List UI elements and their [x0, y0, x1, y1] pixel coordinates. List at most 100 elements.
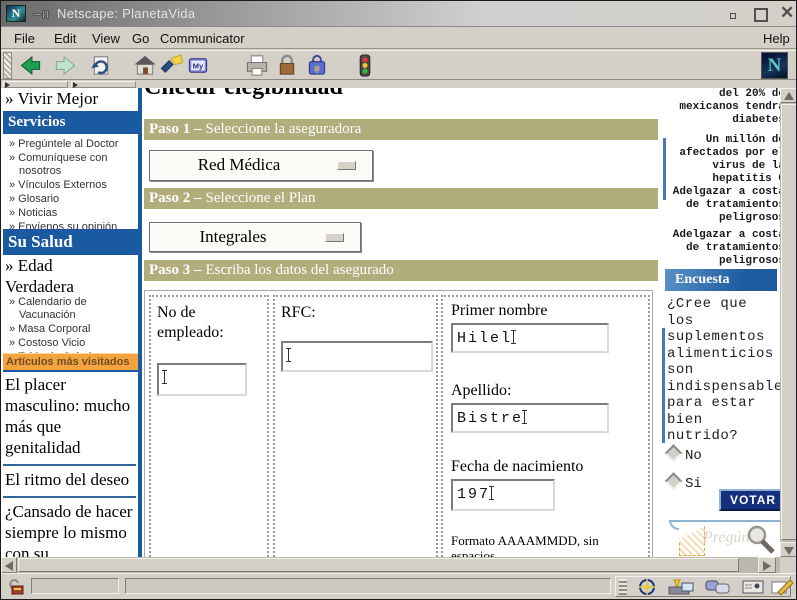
- vertical-scrollbar[interactable]: [780, 88, 797, 557]
- poll-option-no[interactable]: No: [685, 448, 702, 464]
- menu-communicator[interactable]: Communicator: [160, 31, 245, 46]
- security-lock-icon[interactable]: [7, 578, 27, 596]
- poll-header: Encuesta: [665, 269, 777, 291]
- magnifier-icon: [743, 525, 777, 555]
- scroll-left-button[interactable]: [1, 557, 17, 573]
- sidebar-link[interactable]: » Costoso Vicio: [5, 337, 137, 350]
- rfc-cell: RFC:: [273, 295, 438, 557]
- horizontal-scroll-thumb[interactable]: [18, 558, 739, 572]
- security-icon[interactable]: [274, 53, 300, 78]
- component-bar: [615, 576, 791, 597]
- article-link[interactable]: El placer masculino: mucho más que genit…: [3, 371, 136, 466]
- my-netscape-icon[interactable]: My: [185, 53, 211, 78]
- sidebar-divider: [138, 88, 142, 557]
- insurer-dropdown[interactable]: Red Médica: [149, 150, 373, 181]
- collapsed-location-toolbar-tab[interactable]: [3, 81, 68, 88]
- article-link[interactable]: El ritmo del deseo: [3, 466, 136, 498]
- sidebar-link[interactable]: » Noticias: [5, 207, 137, 220]
- news-accent-line: [663, 138, 666, 200]
- back-icon[interactable]: [18, 53, 44, 78]
- menu-file[interactable]: File: [14, 31, 35, 46]
- dob-format-hint: Formato AAAAMMDD, sin espacios: [451, 533, 641, 557]
- print-icon[interactable]: [244, 53, 270, 78]
- scroll-down-button[interactable]: [780, 542, 797, 557]
- dropdown-indicator: [337, 161, 356, 170]
- maximize-button[interactable]: [754, 8, 768, 22]
- news-headline[interactable]: En el 2025 más del 20% de mexicanos tend…: [661, 88, 780, 127]
- toolbar-grip[interactable]: [3, 52, 12, 79]
- title-bar[interactable]: N Netscape: PlanetaVida ✕: [1, 1, 797, 27]
- sidebar-header-su-salud: Su Salud: [3, 229, 138, 255]
- netscape-window: N Netscape: PlanetaVida ✕ File Edit View…: [0, 0, 797, 600]
- reload-icon[interactable]: [88, 53, 114, 78]
- employee-input[interactable]: [157, 363, 247, 396]
- poll-accent-line: [662, 328, 665, 443]
- decorative-line: [669, 520, 780, 522]
- svg-text:@: @: [314, 64, 320, 74]
- news-headline[interactable]: Adelgazar a costa de tratamientos peligr…: [661, 186, 780, 225]
- page-content: » Vivir Mejor Servicios » Pregúntele al …: [1, 88, 780, 557]
- mailbox-icon[interactable]: [666, 578, 696, 596]
- poll-question: ¿Cree que los suplementos alimenticios s…: [667, 296, 780, 445]
- netscape-throbber[interactable]: N: [761, 52, 788, 79]
- sidebar-link[interactable]: » Masa Corporal: [5, 323, 137, 336]
- first-name-label: Primer nombre: [451, 301, 547, 321]
- dob-label: Fecha de nacimiento: [451, 457, 583, 477]
- step3-form-table: No de empleado: RFC: Primer nombre Hilel…: [144, 290, 653, 557]
- poll-option-si[interactable]: Si: [685, 476, 702, 492]
- sidebar-link[interactable]: » Glosario: [5, 193, 137, 206]
- vote-button[interactable]: VOTAR: [719, 489, 780, 511]
- sidebar-link-edad-verdadera[interactable]: » Edad Verdadera: [5, 255, 105, 297]
- component-bar-grip[interactable]: [619, 579, 627, 595]
- sidebar-link-vivir-mejor[interactable]: » Vivir Mejor: [5, 89, 98, 109]
- text-caret: [164, 370, 165, 384]
- pushpin-icon[interactable]: [33, 10, 49, 19]
- vertical-scroll-thumb[interactable]: [781, 104, 797, 540]
- progress-bar: [31, 578, 119, 594]
- sidebar-link[interactable]: » Pregúntele al Doctor: [5, 138, 137, 151]
- article-link[interactable]: ¿Cansado de hacer siempre lo mismo con s…: [3, 498, 136, 557]
- step3-banner: Paso 3 –Escriba los datos del asegurado: [144, 260, 658, 281]
- last-name-input[interactable]: Bistre: [451, 403, 609, 433]
- shop-icon[interactable]: @: [304, 53, 330, 78]
- collapsed-personal-toolbar-tab[interactable]: [71, 81, 136, 88]
- menu-view[interactable]: View: [92, 31, 120, 46]
- text-caret: [288, 348, 289, 362]
- close-button[interactable]: ✕: [780, 6, 794, 20]
- horizontal-scrollbar[interactable]: [1, 557, 780, 573]
- navigator-icon[interactable]: [634, 578, 660, 596]
- decorative-curve: [669, 520, 679, 530]
- scroll-right-button[interactable]: [758, 557, 776, 573]
- scrollbar-corner: [780, 557, 797, 573]
- navigation-toolbar: My @ N: [1, 50, 797, 80]
- minimize-button[interactable]: [730, 13, 736, 19]
- menu-go[interactable]: Go: [132, 31, 149, 46]
- news-headline[interactable]: Adelgazar a costa de tratamientos peligr…: [661, 229, 780, 268]
- poll-radio-si[interactable]: [664, 472, 682, 490]
- decorative-shape: [679, 526, 705, 556]
- stop-icon[interactable]: [352, 53, 378, 78]
- composer-icon[interactable]: [768, 578, 794, 596]
- status-bar: [1, 573, 797, 599]
- home-icon[interactable]: [132, 53, 158, 78]
- news-headline[interactable]: Un millón de afectados por el virus de l…: [661, 134, 780, 186]
- plan-dropdown[interactable]: Integrales: [149, 222, 361, 252]
- menu-edit[interactable]: Edit: [54, 31, 76, 46]
- menu-help[interactable]: Help: [763, 31, 790, 46]
- address-book-icon[interactable]: [740, 578, 766, 596]
- scroll-up-button[interactable]: [780, 88, 797, 103]
- dob-input[interactable]: 197: [451, 479, 555, 511]
- status-message-area: [125, 578, 611, 594]
- discussions-icon[interactable]: [704, 578, 732, 596]
- rfc-input[interactable]: [281, 341, 433, 372]
- forward-icon[interactable]: [52, 53, 78, 78]
- step1-banner: Paso 1 –Seleccione la aseguradora: [144, 119, 658, 140]
- poll-radio-no[interactable]: [664, 444, 682, 462]
- sidebar-link[interactable]: » Comuníquese con nosotros: [5, 152, 137, 178]
- search-icon[interactable]: [159, 53, 185, 78]
- sidebar-link[interactable]: » Vínculos Externos: [5, 179, 137, 192]
- window-title: Netscape: PlanetaVida: [57, 6, 195, 21]
- step2-banner: Paso 2 –Seleccione el Plan: [144, 188, 658, 209]
- first-name-input[interactable]: Hilel: [451, 323, 609, 353]
- sidebar-link[interactable]: » Calendario de Vacunación: [5, 296, 137, 322]
